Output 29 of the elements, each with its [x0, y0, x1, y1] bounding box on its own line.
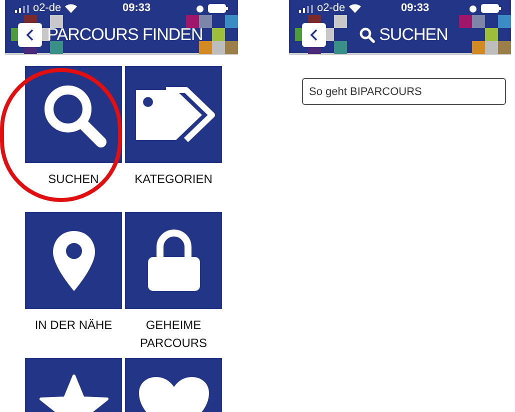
alarm-icon [196, 4, 204, 12]
battery-icon [208, 4, 228, 13]
screen-title: SUCHEN [379, 24, 448, 46]
signal-icon [15, 4, 29, 12]
category-tile[interactable] [125, 212, 222, 309]
carrier-name: o2-de [317, 1, 346, 16]
map-pin-icon [50, 228, 96, 292]
search-field[interactable]: So geht BIPARCOURS [302, 78, 506, 105]
status-time: 09:33 [401, 1, 430, 16]
carrier-name: o2-de [33, 1, 62, 16]
back-button[interactable] [18, 23, 42, 47]
category-tile[interactable] [25, 66, 122, 163]
signal-icon [299, 4, 313, 12]
lock-icon [146, 228, 202, 292]
mosaic-drawing [459, 15, 511, 57]
battery-icon [481, 4, 501, 13]
tile-label: KATEGORIEN [134, 171, 214, 188]
chevron-left-icon [310, 29, 318, 41]
wifi-icon [349, 4, 362, 13]
chevron-left-icon [26, 29, 34, 41]
alarm-icon [469, 4, 477, 12]
tile-label: SUCHEN [47, 171, 100, 188]
status-time: 09:33 [122, 1, 151, 16]
back-button[interactable] [302, 23, 326, 47]
category-tile[interactable] [25, 212, 122, 309]
tile-label: IN DER NÄHE [34, 317, 114, 334]
category-tile[interactable] [125, 66, 222, 163]
tile-label: GEHEIME PARCOURS [138, 317, 208, 352]
wifi-icon [65, 4, 78, 13]
